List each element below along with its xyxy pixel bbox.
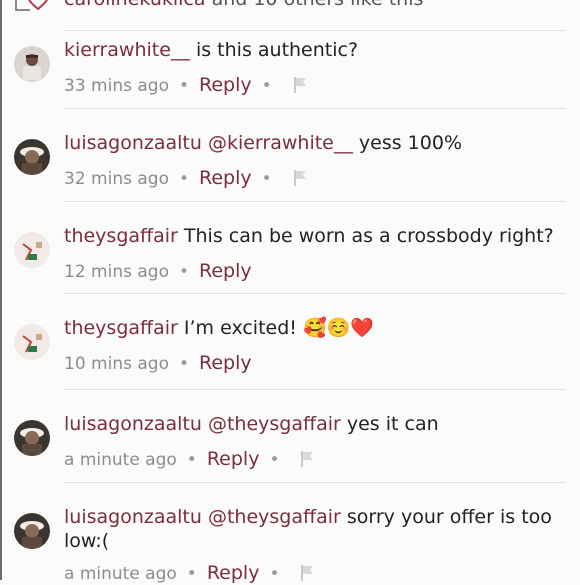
heart-chat-icon[interactable] xyxy=(14,0,48,12)
avatar-photo-icon[interactable] xyxy=(14,513,50,549)
reply-button[interactable]: Reply xyxy=(207,562,260,584)
comment-text: This can be worn as a crossbody right? xyxy=(183,225,554,247)
comment-timestamp: 32 mins ago xyxy=(64,169,169,189)
meta-separator: • xyxy=(186,450,197,470)
divider xyxy=(64,201,566,202)
meta-separator: • xyxy=(178,354,189,374)
meta-separator: • xyxy=(178,169,189,189)
comment-meta: 33 mins ago • Reply • xyxy=(64,74,308,97)
frame-left-border xyxy=(0,0,2,580)
divider xyxy=(64,108,566,109)
avatar-photo-icon[interactable] xyxy=(14,420,50,456)
meta-separator: • xyxy=(178,262,189,282)
avatar-photo-icon[interactable] xyxy=(14,324,50,360)
flag-icon[interactable] xyxy=(289,564,315,584)
comment-meta: 10 mins ago • Reply xyxy=(64,352,252,375)
comment-timestamp: 10 mins ago xyxy=(64,354,169,374)
comment-text: yess 100% xyxy=(358,132,462,154)
comment-text: yes it can xyxy=(346,413,439,435)
comment-meta: a minute ago • Reply • xyxy=(64,448,315,471)
avatar-photo-icon[interactable] xyxy=(14,139,50,175)
reply-button[interactable]: Reply xyxy=(207,448,260,470)
reply-button[interactable]: Reply xyxy=(199,167,252,189)
flag-icon[interactable] xyxy=(289,450,315,470)
comment-meta: a minute ago • Reply • xyxy=(64,562,315,585)
comment-username-link[interactable]: luisagonzaaltu xyxy=(64,413,202,435)
comment-timestamp: a minute ago xyxy=(64,450,177,470)
comment-timestamp: a minute ago xyxy=(64,564,177,584)
comment-username-link[interactable]: luisagonzaaltu xyxy=(64,132,202,154)
comment-mention-link[interactable]: @theysgaffair xyxy=(208,506,341,528)
comment-username-link[interactable]: theysgaffair xyxy=(64,225,178,247)
meta-separator: • xyxy=(261,76,272,96)
likes-summary: carolinekukiica and 10 others like this xyxy=(14,0,574,12)
divider xyxy=(64,482,566,483)
comment-username-link[interactable]: kierrawhite__ xyxy=(64,39,190,61)
comment-timestamp: 33 mins ago xyxy=(64,76,169,96)
comment-username-link[interactable]: luisagonzaaltu xyxy=(64,506,202,528)
comment-body: kierrawhite__ is this authentic? xyxy=(64,38,566,62)
avatar-photo-icon[interactable] xyxy=(14,46,50,82)
comment-body: luisagonzaaltu @theysgaffair sorry your … xyxy=(64,505,566,553)
comment-mention-link[interactable]: @kierrawhite__ xyxy=(208,132,353,154)
comment-timestamp: 12 mins ago xyxy=(64,262,169,282)
comment-body: luisagonzaaltu @theysgaffair yes it can xyxy=(64,412,566,436)
comment-body: theysgaffair I’m excited! 🥰☺️❤️ xyxy=(64,316,566,340)
meta-separator: • xyxy=(261,169,272,189)
meta-separator: • xyxy=(178,76,189,96)
reply-button[interactable]: Reply xyxy=(199,74,252,96)
comment-username-link[interactable]: theysgaffair xyxy=(64,317,178,339)
comment-mention-link[interactable]: @theysgaffair xyxy=(208,413,341,435)
meta-separator: • xyxy=(269,450,280,470)
divider xyxy=(64,389,566,390)
likes-users-link[interactable]: carolinekukiica xyxy=(64,0,206,10)
reply-button[interactable]: Reply xyxy=(199,260,252,282)
flag-icon[interactable] xyxy=(282,169,308,189)
avatar-photo-icon[interactable] xyxy=(14,232,50,268)
comment-text: I’m excited! 🥰☺️❤️ xyxy=(183,317,374,339)
meta-separator: • xyxy=(269,564,280,584)
comment-body: theysgaffair This can be worn as a cross… xyxy=(64,224,566,248)
reply-button[interactable]: Reply xyxy=(199,352,252,374)
comment-text: is this authentic? xyxy=(195,39,359,61)
likes-suffix: and 10 others like this xyxy=(212,0,424,10)
divider xyxy=(64,30,566,31)
comment-body: luisagonzaaltu @kierrawhite__ yess 100% xyxy=(64,131,566,155)
comment-meta: 12 mins ago • Reply xyxy=(64,260,252,283)
flag-icon[interactable] xyxy=(282,76,308,96)
divider xyxy=(64,293,566,294)
meta-separator: • xyxy=(186,564,197,584)
comment-meta: 32 mins ago • Reply • xyxy=(64,167,308,190)
